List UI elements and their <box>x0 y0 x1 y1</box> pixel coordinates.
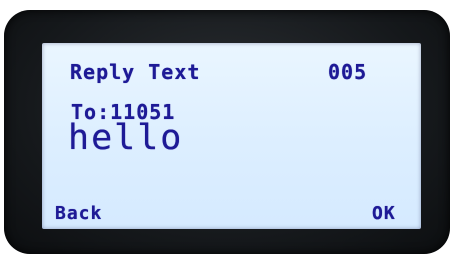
message-text[interactable]: hello <box>68 118 183 158</box>
ok-softkey[interactable]: OK <box>372 203 396 224</box>
back-softkey[interactable]: Back <box>55 203 102 224</box>
message-counter: 005 <box>328 60 368 84</box>
screen-title: Reply Text <box>70 60 201 84</box>
lcd-screen: Reply Text 005 To:11051 hello Back OK <box>42 43 421 229</box>
device: Reply Text 005 To:11051 hello Back OK <box>0 0 454 260</box>
